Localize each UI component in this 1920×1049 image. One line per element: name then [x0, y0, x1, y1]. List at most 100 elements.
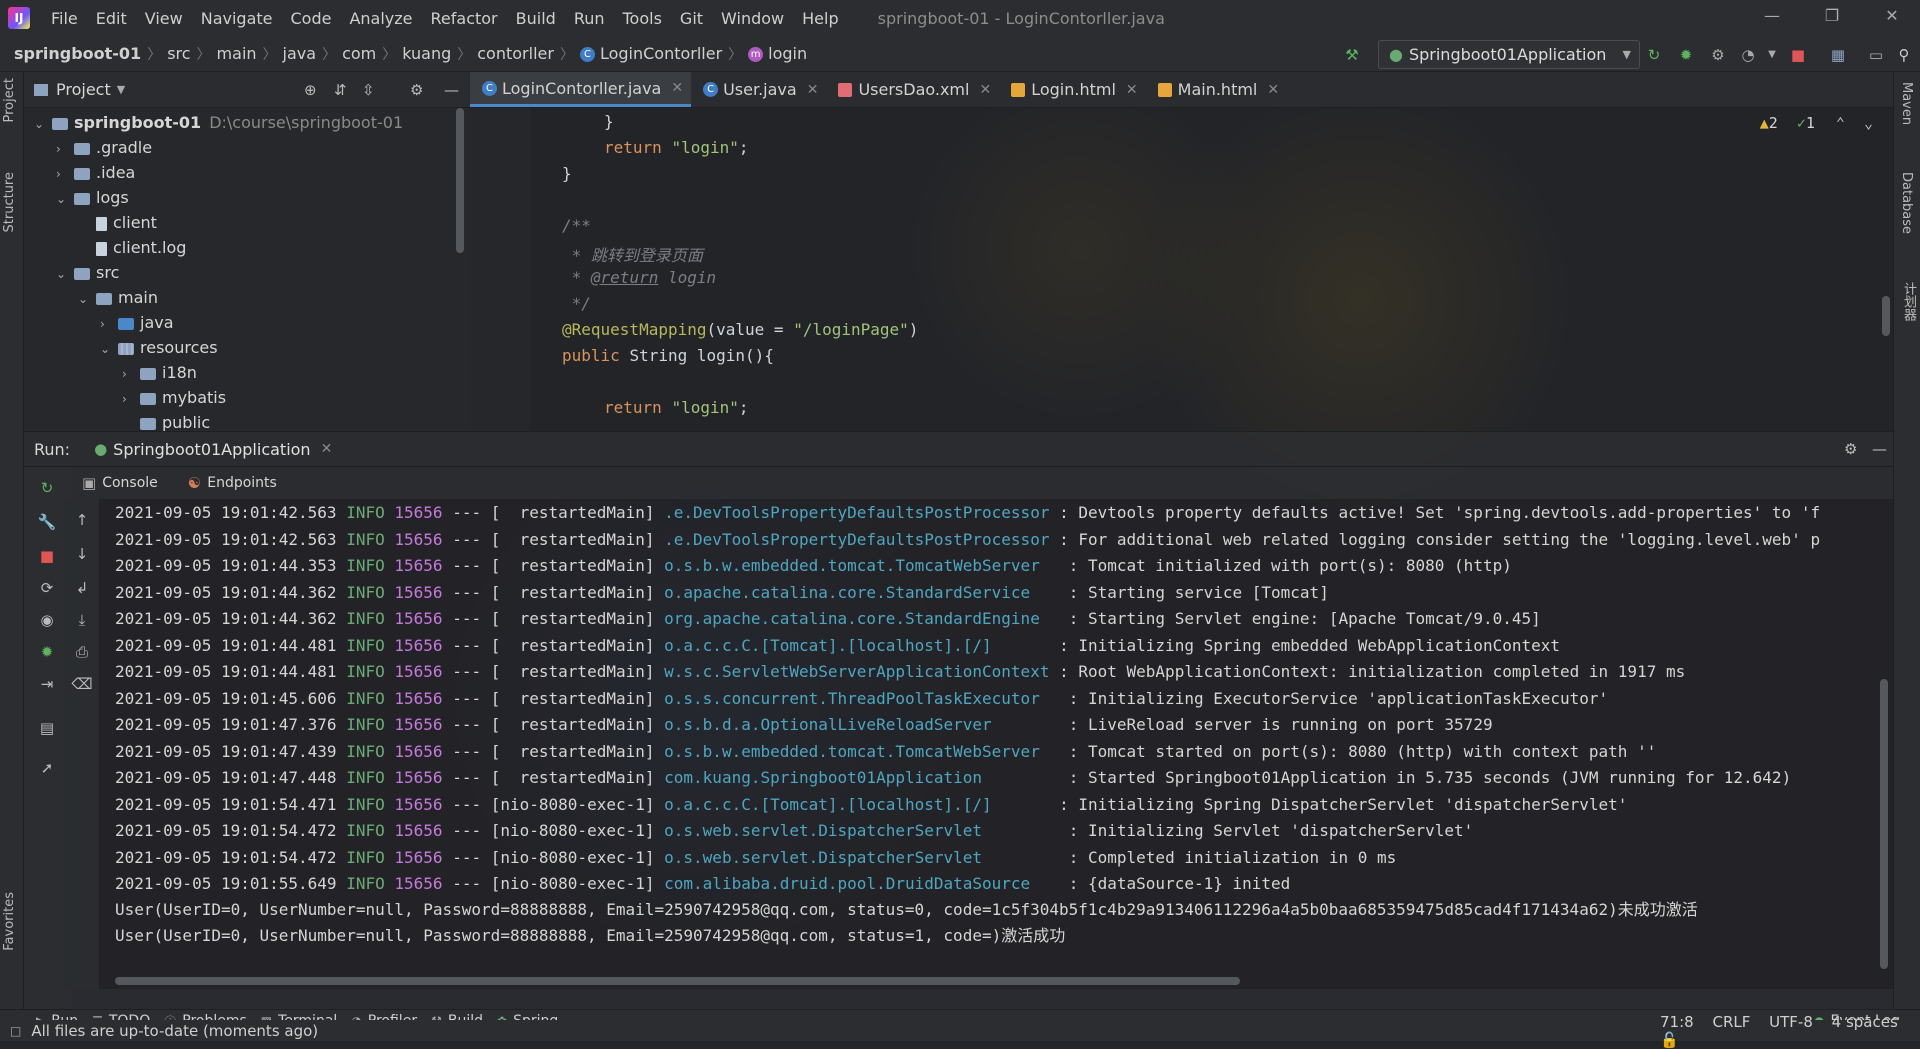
locate-icon[interactable]: ⊕ — [304, 81, 317, 99]
stop-icon[interactable]: ■ — [36, 545, 58, 567]
menu-view[interactable]: View — [136, 9, 192, 28]
run-tab-label[interactable]: Springboot01Application — [113, 440, 310, 459]
console-output[interactable]: 2021-09-05 19:01:42.563 INFO 15656 --- [… — [100, 499, 1893, 989]
inspection-widget[interactable]: ▲2 ✓1 ⌃ ⌄ — [1760, 114, 1873, 132]
print-icon[interactable]: ⎙ — [71, 641, 93, 663]
tab-console[interactable]: Console — [102, 475, 158, 491]
menu-edit[interactable]: Edit — [87, 9, 136, 28]
more-chevron-icon[interactable]: ▼ — [1762, 45, 1782, 65]
tree-item-logs[interactable]: ⌄ logs — [56, 185, 129, 210]
status-message[interactable]: All files are up-to-date (moments ago) — [31, 1022, 318, 1040]
debug-bug-icon[interactable]: ✹ — [36, 641, 58, 663]
breadcrumb-main[interactable]: main — [211, 44, 263, 63]
console-scrollbar-horizontal[interactable] — [115, 977, 1240, 985]
indent-setting[interactable]: 4 spaces — [1832, 1013, 1898, 1031]
breadcrumb-contorller[interactable]: contorller — [471, 44, 560, 63]
code-editor[interactable]: } return "login"; } /** * 跳转到登录页面 * @ret… — [530, 108, 1893, 431]
collapse-all-icon[interactable]: ⇳ — [362, 81, 375, 99]
expand-all-icon[interactable]: ⇵ — [334, 81, 347, 99]
chevron-up-icon[interactable]: ⌃ — [1836, 114, 1845, 132]
breadcrumb-method[interactable]: m login — [742, 44, 813, 63]
close-icon[interactable]: ✕ — [1126, 82, 1138, 98]
pin-icon[interactable]: ➚ — [36, 757, 58, 779]
layout-icon[interactable]: ▤ — [36, 717, 58, 739]
close-icon[interactable]: ✕ — [671, 80, 683, 96]
tab-login-contorller[interactable]: C LoginContorller.java ✕ — [470, 72, 692, 107]
console-scrollbar-vertical[interactable] — [1880, 679, 1888, 969]
editor-scrollbar[interactable] — [1882, 296, 1890, 336]
exit-icon[interactable]: ⇥ — [36, 673, 58, 695]
tab-project[interactable]: Project — [2, 78, 17, 122]
search-icon[interactable]: ⚲ — [1894, 45, 1914, 65]
tree-item-root[interactable]: ⌄ springboot-01 D:\course\springboot-01 — [34, 110, 403, 135]
menu-help[interactable]: Help — [793, 9, 847, 28]
gear-icon[interactable]: ⚙ — [1844, 440, 1857, 458]
menu-tools[interactable]: Tools — [614, 9, 671, 28]
run-config-select[interactable]: ● Springboot01Application ▼ — [1378, 40, 1640, 69]
restart-icon[interactable]: ⟳ — [36, 577, 58, 599]
tab-main-html[interactable]: Main.html ✕ — [1146, 72, 1287, 107]
chevron-down-icon[interactable]: ▼ — [117, 83, 125, 96]
restore-icon[interactable]: ❐ — [1812, 6, 1852, 25]
coverage-icon[interactable]: ⚙ — [1708, 45, 1728, 65]
close-icon[interactable]: ✕ — [807, 82, 819, 98]
hide-panel-icon[interactable]: — — [1872, 440, 1887, 458]
menu-run[interactable]: Run — [565, 9, 614, 28]
close-icon[interactable]: ✕ — [321, 441, 333, 457]
close-icon[interactable]: ✕ — [979, 82, 991, 98]
trash-icon[interactable]: ⌫ — [71, 673, 93, 695]
stop-icon[interactable]: ■ — [1788, 45, 1808, 65]
tab-planner[interactable]: 计划器 — [1899, 282, 1918, 321]
menu-window[interactable]: Window — [712, 9, 793, 28]
tab-user[interactable]: C User.java ✕ — [691, 72, 826, 107]
arrow-up-icon[interactable]: ↑ — [71, 509, 93, 531]
close-window-icon[interactable]: ✕ — [1872, 6, 1912, 25]
tab-endpoints[interactable]: Endpoints — [207, 475, 277, 491]
tab-structure[interactable]: Structure — [2, 172, 17, 232]
breadcrumb-src[interactable]: src — [161, 44, 196, 63]
tab-database[interactable]: Database — [1899, 172, 1914, 234]
hide-panel-icon[interactable]: — — [444, 81, 459, 99]
camera-icon[interactable]: ◉ — [36, 609, 58, 631]
rerun-icon[interactable]: ↻ — [36, 477, 58, 499]
menu-refactor[interactable]: Refactor — [422, 9, 507, 28]
tab-favorites[interactable]: Favorites — [2, 892, 17, 951]
menu-analyze[interactable]: Analyze — [340, 9, 421, 28]
build-hammer-icon[interactable]: ⚒ — [1342, 45, 1362, 65]
project-structure-icon[interactable]: ▦ — [1828, 45, 1848, 65]
tree-item-resources[interactable]: ⌄ resources — [100, 335, 218, 360]
minimize-icon[interactable]: — — [1752, 6, 1792, 25]
gear-icon[interactable]: ⚙ — [410, 81, 423, 99]
menu-git[interactable]: Git — [671, 9, 712, 28]
menu-file[interactable]: File — [42, 9, 87, 28]
tree-item-java[interactable]: › java — [100, 310, 174, 335]
tree-item-main[interactable]: ⌄ main — [78, 285, 158, 310]
project-panel-title[interactable]: Project — [56, 80, 111, 99]
soft-wrap-icon[interactable]: ↲ — [71, 577, 93, 599]
layout-toggle-icon[interactable]: □ — [10, 1024, 21, 1038]
tree-item-i18n[interactable]: › i18n — [122, 360, 197, 385]
chevron-down-icon[interactable]: ⌄ — [1864, 114, 1873, 132]
line-separator[interactable]: CRLF — [1712, 1013, 1750, 1031]
tree-item-idea[interactable]: › .idea — [56, 160, 135, 185]
breadcrumb-com[interactable]: com — [336, 44, 382, 63]
tree-item-mybatis[interactable]: › mybatis — [122, 385, 226, 410]
cursor-position[interactable]: 71:8 — [1660, 1013, 1694, 1031]
tree-item-client[interactable]: client — [92, 210, 157, 235]
tab-maven[interactable]: Maven — [1899, 82, 1914, 125]
menu-navigate[interactable]: Navigate — [192, 9, 282, 28]
breadcrumb-kuang[interactable]: kuang — [396, 44, 457, 63]
tree-item-public[interactable]: public — [136, 410, 210, 431]
close-icon[interactable]: ✕ — [1267, 82, 1279, 98]
breadcrumb-class[interactable]: C LoginContorller — [574, 44, 728, 63]
tree-item-gradle[interactable]: › .gradle — [56, 135, 152, 160]
rerun-icon[interactable]: ↻ — [1644, 45, 1664, 65]
editor-gutter[interactable] — [470, 108, 530, 431]
wrench-icon[interactable]: 🔧 — [36, 511, 58, 533]
tree-item-client-log[interactable]: client.log — [92, 235, 186, 260]
profile-icon[interactable]: ◔ — [1738, 45, 1758, 65]
tab-login-html[interactable]: Login.html ✕ — [999, 72, 1145, 107]
menu-build[interactable]: Build — [507, 9, 565, 28]
breadcrumb-project[interactable]: springboot-01 — [0, 44, 147, 63]
lock-icon[interactable]: 🔓 — [1660, 1031, 1679, 1049]
